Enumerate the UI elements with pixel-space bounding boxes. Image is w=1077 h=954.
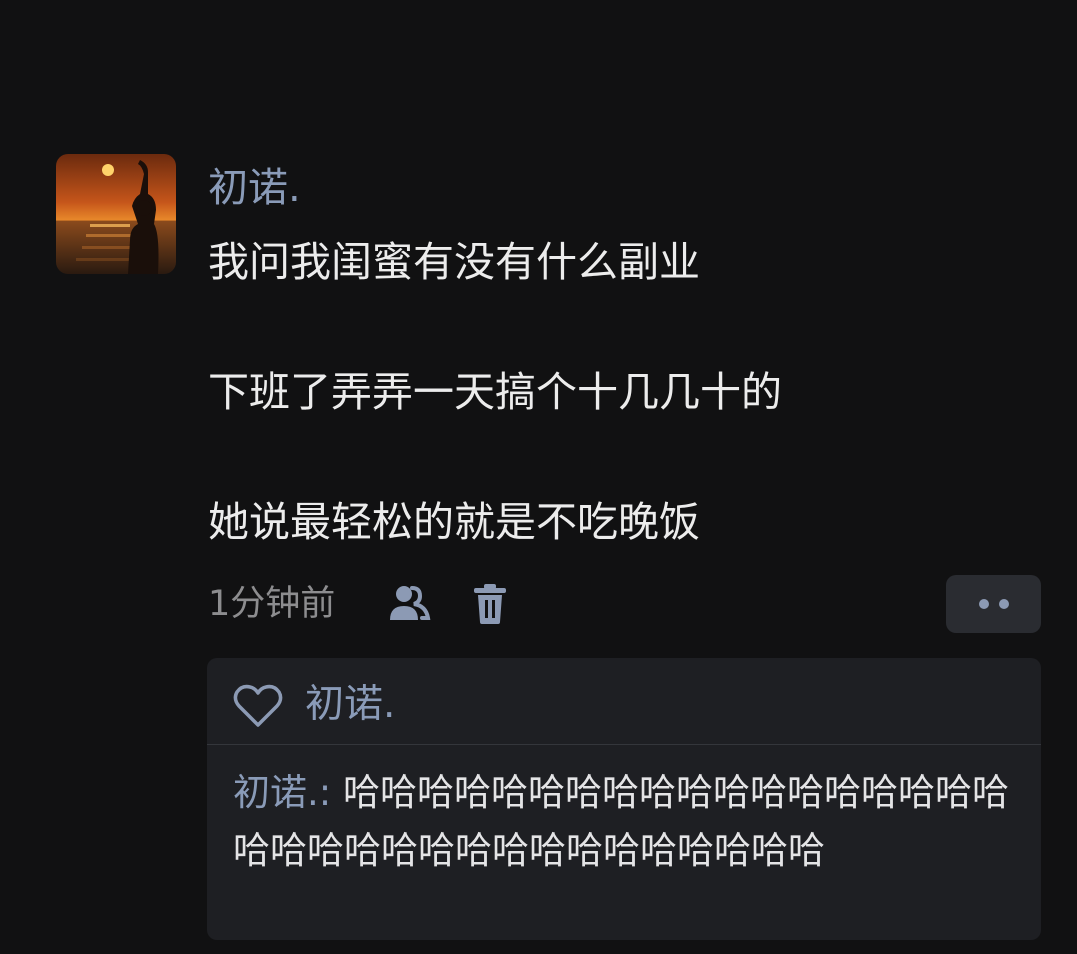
trash-icon: [474, 584, 506, 624]
delete-button[interactable]: [466, 580, 514, 628]
comment-separator: :: [318, 771, 343, 814]
liker-name[interactable]: 初诺.: [305, 678, 395, 732]
post-author-name[interactable]: 初诺.: [208, 160, 301, 216]
user-group-icon[interactable]: [386, 580, 434, 628]
post-text-line: 我问我闺蜜有没有什么副业: [208, 238, 700, 286]
avatar[interactable]: [56, 154, 176, 274]
more-dots-icon: [978, 599, 1009, 609]
comment-body: 哈哈哈哈哈哈哈哈哈哈哈哈哈哈哈哈哈哈哈哈哈哈哈哈哈哈哈哈哈哈哈哈哈哈: [233, 771, 1009, 872]
comment-author[interactable]: 初诺.: [233, 771, 319, 814]
post-text-line: 她说最轻松的就是不吃晚饭: [208, 498, 700, 546]
more-button[interactable]: [946, 575, 1041, 633]
comments-panel: 初诺. 初诺.: 哈哈哈哈哈哈哈哈哈哈哈哈哈哈哈哈哈哈哈哈哈哈哈哈哈哈哈哈哈哈哈…: [207, 658, 1041, 940]
likes-row: 初诺.: [207, 658, 1041, 745]
avatar-image: [56, 154, 176, 274]
heart-icon[interactable]: [233, 684, 283, 728]
post-text-line: 下班了弄弄一天搞个十几几十的: [208, 368, 782, 416]
post-timestamp: 1分钟前: [208, 584, 336, 624]
comment: 初诺.: 哈哈哈哈哈哈哈哈哈哈哈哈哈哈哈哈哈哈哈哈哈哈哈哈哈哈哈哈哈哈哈哈哈哈: [233, 764, 1013, 880]
